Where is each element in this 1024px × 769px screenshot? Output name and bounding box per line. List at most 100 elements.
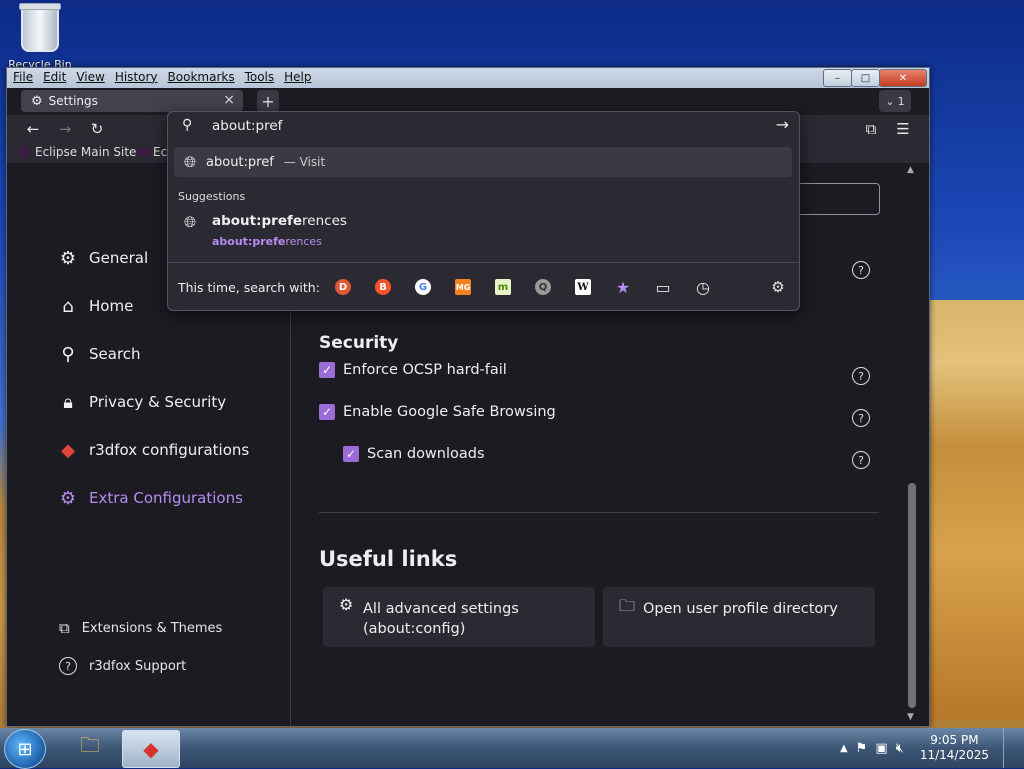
search-icon: ⚲ <box>182 117 193 133</box>
maximize-button[interactable]: □ <box>851 69 880 87</box>
taskbar: ⊞ 🗀 ◆ ▲ ⚑ ▣ 🔇︎ 9:05 PM 11/14/2025 <box>0 728 1024 769</box>
gear-icon: ⚙ <box>59 487 77 509</box>
recycle-bin-desktop-icon[interactable]: Recycle Bin <box>8 3 72 71</box>
close-tab-icon[interactable]: × <box>223 92 235 108</box>
searx-icon[interactable]: Q <box>535 279 551 295</box>
start-button[interactable]: ⊞ <box>4 729 46 769</box>
reload-icon[interactable]: ↻ <box>87 120 107 138</box>
lock-icon: 🔒︎ <box>63 391 73 413</box>
help-icon[interactable]: ? <box>852 409 870 427</box>
title-bar: File Edit View History Bookmarks Tools H… <box>7 68 929 88</box>
sidebar-item-privacy-security[interactable]: 🔒︎ Privacy & Security <box>57 388 226 416</box>
menu-view[interactable]: View <box>76 70 104 84</box>
checkbox-checked: ✓ <box>319 404 335 420</box>
app-menu-icon[interactable]: ☰ <box>893 120 913 138</box>
clock[interactable]: 9:05 PM 11/14/2025 <box>920 733 989 763</box>
google-icon[interactable]: G <box>415 279 431 295</box>
volume-muted-icon[interactable]: 🔇︎ <box>896 741 904 756</box>
one-off-search-bar: This time, search with: D B G MG m Q W ★… <box>168 262 799 310</box>
close-window-button[interactable]: ✕ <box>879 69 927 87</box>
go-arrow-icon[interactable]: → <box>776 115 789 134</box>
help-icon[interactable]: ? <box>852 451 870 469</box>
menu-bar: File Edit View History Bookmarks Tools H… <box>13 70 312 84</box>
help-icon[interactable]: ? <box>852 367 870 385</box>
visit-url: about:pref <box>206 154 274 170</box>
r3dfox-logo-icon: ◆ <box>61 439 75 461</box>
sidebar-support-link[interactable]: ? r3dfox Support <box>59 657 186 675</box>
bookmark-item[interactable]: Ec <box>137 145 167 159</box>
sidebar-item-r3dfox-configurations[interactable]: ◆ r3dfox configurations <box>57 436 249 464</box>
minimize-button[interactable]: – <box>823 69 852 87</box>
visit-suggestion-row[interactable]: 🌐︎ about:pref — Visit <box>174 147 792 177</box>
suggestions-heading: Suggestions <box>178 190 246 203</box>
action-center-flag-icon[interactable]: ⚑ <box>856 741 868 756</box>
windows-logo-icon: ⊞ <box>17 738 33 760</box>
help-icon[interactable]: ? <box>852 261 870 279</box>
wikipedia-icon[interactable]: W <box>575 279 591 295</box>
visit-action-label: — Visit <box>283 155 326 169</box>
gear-icon: ⚙ <box>59 247 77 269</box>
menu-bookmarks[interactable]: Bookmarks <box>168 70 235 84</box>
scroll-down-icon[interactable]: ▼ <box>907 712 914 722</box>
checkbox-checked: ✓ <box>319 362 335 378</box>
sidebar-item-search[interactable]: ⚲ Search <box>57 340 140 368</box>
search-icon: ⚲ <box>61 343 75 365</box>
sidebar-item-general[interactable]: ⚙ General <box>57 244 148 272</box>
taskbar-explorer-button[interactable]: 🗀 <box>62 730 118 766</box>
page-scrollbar[interactable]: ▲ ▼ <box>906 163 918 726</box>
menu-history[interactable]: History <box>115 70 158 84</box>
new-tab-button[interactable]: + <box>257 90 279 112</box>
ocsp-hard-fail-checkbox[interactable]: ✓ Enforce OCSP hard-fail <box>319 362 507 378</box>
folder-icon: 🗀 <box>80 733 100 757</box>
scrollbar-thumb[interactable] <box>908 483 916 708</box>
sidebar-item-home[interactable]: ⌂ Home <box>57 292 133 320</box>
network-icon[interactable]: ▣ <box>875 741 887 756</box>
system-tray: ▲ ⚑ ▣ 🔇︎ 9:05 PM 11/14/2025 <box>840 728 1024 768</box>
urlbar-dropdown: ⚲ about:pref → 🌐︎ about:pref — Visit Sug… <box>167 111 800 311</box>
chevron-down-icon: ⌄ <box>885 94 895 108</box>
bookmarks-star-icon[interactable]: ★ <box>615 278 631 297</box>
scroll-up-icon[interactable]: ▲ <box>907 165 914 175</box>
globe-icon: 🌐︎ <box>184 213 197 231</box>
urlbar[interactable]: ⚲ about:pref → <box>168 112 799 140</box>
show-desktop-button[interactable] <box>1003 728 1018 768</box>
taskbar-r3dfox-button[interactable]: ◆ <box>122 730 180 768</box>
folder-icon: 🗀 <box>619 596 636 615</box>
tab-settings[interactable]: ⚙ Settings × <box>21 90 243 112</box>
menu-help[interactable]: Help <box>284 70 311 84</box>
list-all-tabs-button[interactable]: ⌄ 1 <box>879 90 911 112</box>
sidebar-extensions-themes-link[interactable]: ⧉ Extensions & Themes <box>59 619 222 637</box>
eclipse-favicon-icon <box>137 146 149 158</box>
search-settings-gear-icon[interactable]: ⚙ <box>770 278 786 296</box>
wallpaper-field <box>928 300 1024 720</box>
menu-file[interactable]: File <box>13 70 33 84</box>
safe-browsing-checkbox[interactable]: ✓ Enable Google Safe Browsing <box>319 404 556 420</box>
r3dfox-logo-icon: ◆ <box>143 737 159 761</box>
marginalia-icon[interactable]: m <box>495 279 511 295</box>
duckduckgo-icon[interactable]: D <box>335 279 351 295</box>
back-icon[interactable]: ← <box>23 120 43 138</box>
advanced-settings-button[interactable]: ⚙ All advanced settings (about:config) <box>323 587 595 647</box>
globe-icon: 🌐︎ <box>184 153 197 171</box>
extensions-icon[interactable]: ⧉ <box>861 120 881 138</box>
history-icon[interactable]: ◷ <box>695 278 711 297</box>
menu-edit[interactable]: Edit <box>43 70 66 84</box>
scan-downloads-checkbox[interactable]: ✓ Scan downloads <box>343 446 485 462</box>
open-profile-directory-button[interactable]: 🗀 Open user profile directory <box>603 587 875 647</box>
tabs-icon[interactable]: ▭ <box>655 278 671 297</box>
forward-icon[interactable]: → <box>55 120 75 138</box>
search-with-label: This time, search with: <box>178 280 320 295</box>
show-hidden-icons-icon[interactable]: ▲ <box>840 743 848 754</box>
section-divider <box>319 512 879 513</box>
help-icon: ? <box>59 657 77 675</box>
home-icon: ⌂ <box>62 295 74 317</box>
brave-icon[interactable]: B <box>375 279 391 295</box>
gear-icon: ⚙ <box>31 93 43 109</box>
urlbar-input[interactable]: about:pref <box>212 118 282 134</box>
bookmark-item[interactable]: Eclipse Main Site <box>19 145 136 159</box>
menu-tools[interactable]: Tools <box>245 70 275 84</box>
tab-count: 1 <box>897 94 905 108</box>
sidebar-item-extra-configurations[interactable]: ⚙ Extra Configurations <box>57 484 243 512</box>
mojeek-icon[interactable]: MG <box>455 279 471 295</box>
checkbox-checked: ✓ <box>343 446 359 462</box>
